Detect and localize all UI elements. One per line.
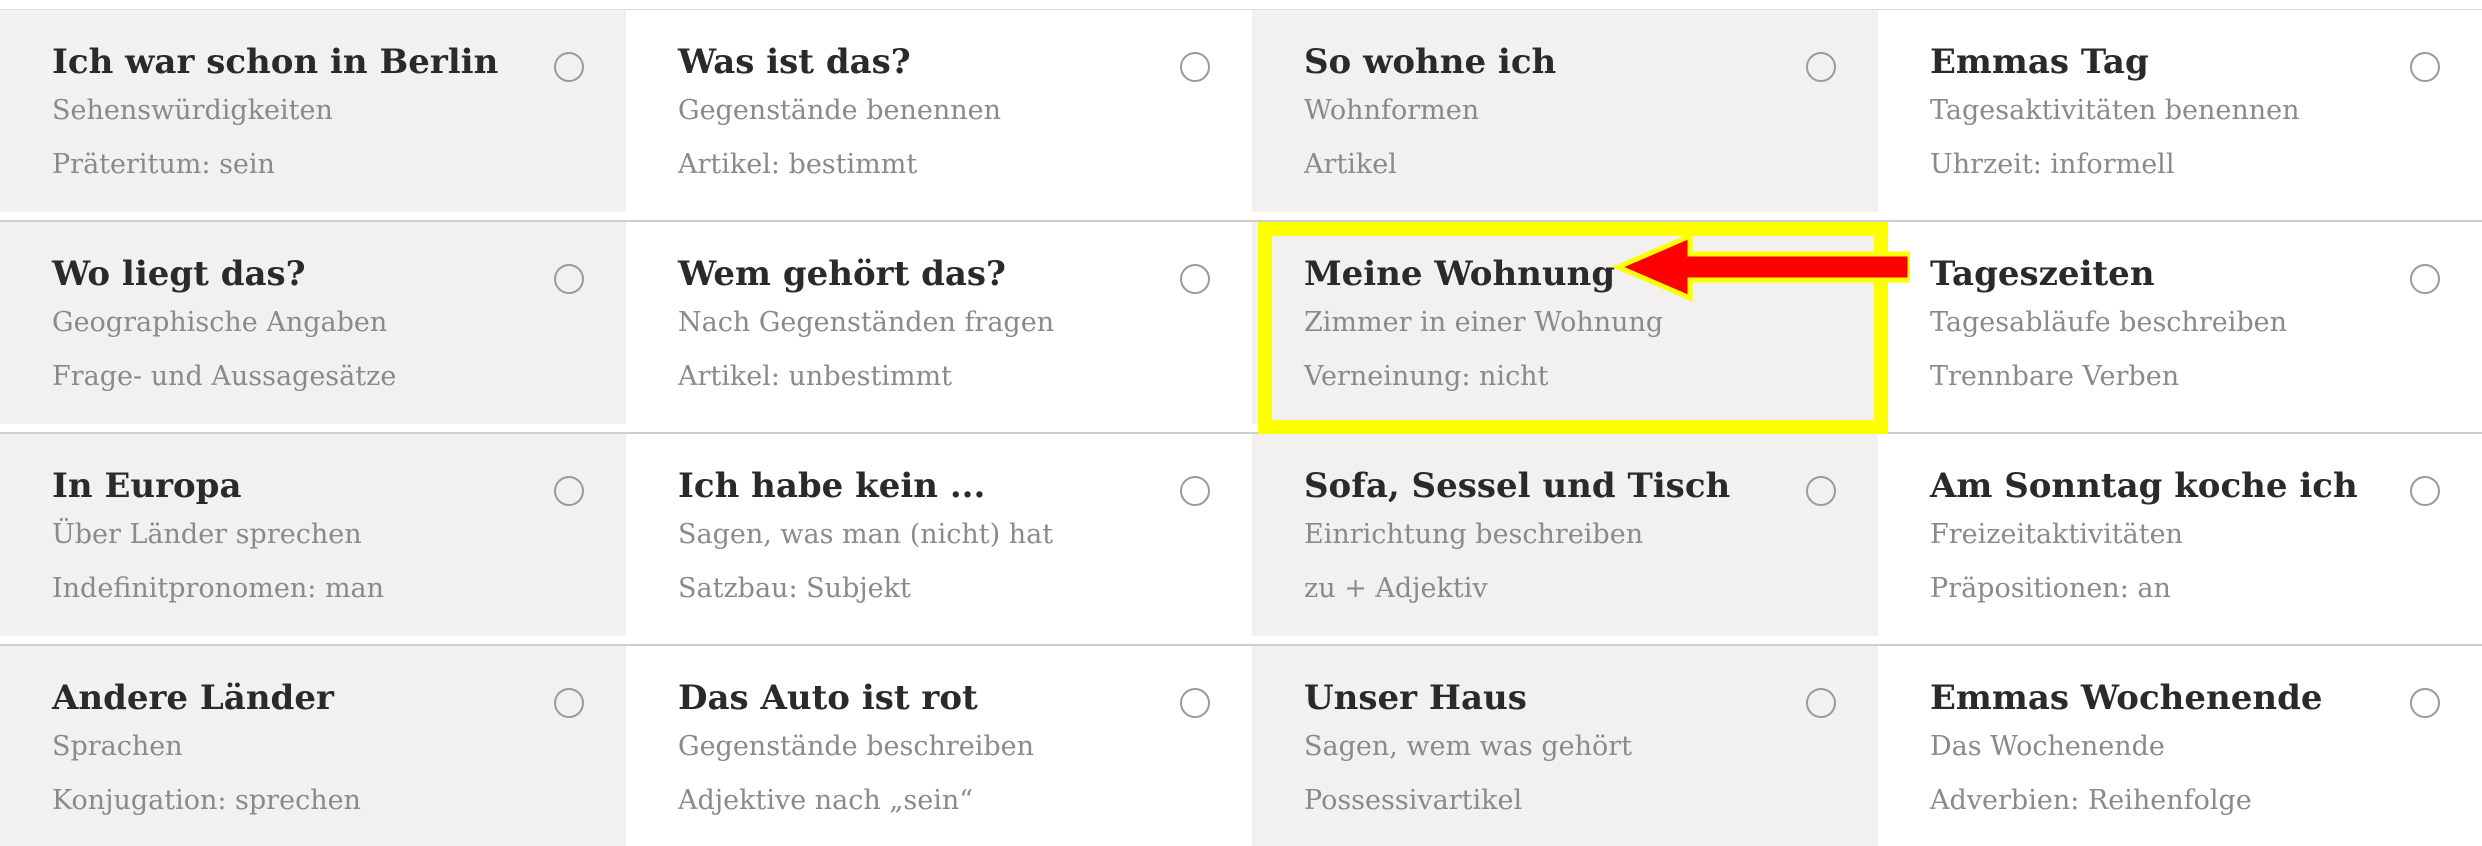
divider bbox=[1878, 636, 2482, 646]
divider bbox=[0, 636, 626, 646]
lesson-title: In Europa bbox=[52, 466, 242, 506]
lesson-grammar: Frage- und Aussagesätze bbox=[52, 361, 397, 392]
lesson-topic: Sehenswürdigkeiten bbox=[52, 95, 333, 126]
completion-radio[interactable] bbox=[1180, 476, 1210, 506]
lesson-card[interactable]: So wohne ich Wohnformen Artikel bbox=[1252, 10, 1878, 212]
lesson-title: Meine Wohnung bbox=[1304, 254, 1616, 294]
lesson-grammar: Adjektive nach „sein“ bbox=[678, 785, 974, 816]
lesson-title: Was ist das? bbox=[678, 42, 911, 82]
lesson-card[interactable]: Ich habe kein ... Sagen, was man (nicht)… bbox=[626, 434, 1252, 636]
lesson-title: Unser Haus bbox=[1304, 678, 1527, 718]
divider bbox=[1878, 424, 2482, 434]
lesson-title: Andere Länder bbox=[52, 678, 334, 718]
completion-radio[interactable] bbox=[554, 688, 584, 718]
divider bbox=[0, 212, 626, 222]
lesson-card[interactable]: Wem gehört das? Nach Gegenständen fragen… bbox=[626, 222, 1252, 424]
lesson-grammar: Satzbau: Subjekt bbox=[678, 573, 911, 604]
lesson-topic: Sagen, was man (nicht) hat bbox=[678, 519, 1054, 550]
lesson-grammar: zu + Adjektiv bbox=[1304, 573, 1488, 604]
completion-radio[interactable] bbox=[554, 52, 584, 82]
lesson-card[interactable]: Sofa, Sessel und Tisch Einrichtung besch… bbox=[1252, 434, 1878, 636]
lesson-grammar: Präteritum: sein bbox=[52, 149, 275, 180]
divider bbox=[1252, 424, 1878, 434]
divider bbox=[1878, 0, 2482, 10]
lesson-card[interactable]: Emmas Tag Tagesaktivitäten benennen Uhrz… bbox=[1878, 10, 2482, 212]
lesson-title: Wem gehört das? bbox=[678, 254, 1006, 294]
divider bbox=[0, 0, 626, 10]
completion-radio[interactable] bbox=[2410, 476, 2440, 506]
lesson-grammar: Indefinitpronomen: man bbox=[52, 573, 385, 604]
divider bbox=[1878, 212, 2482, 222]
divider bbox=[0, 424, 626, 434]
lesson-grammar: Possessivartikel bbox=[1304, 785, 1523, 816]
divider bbox=[626, 424, 1252, 434]
lesson-grammar: Adverbien: Reihenfolge bbox=[1930, 785, 2252, 816]
lesson-topic: Tagesabläufe beschreiben bbox=[1930, 307, 2287, 338]
lesson-topic: Gegenstände benennen bbox=[678, 95, 1002, 126]
lesson-topic: Sagen, wem was gehört bbox=[1304, 731, 1632, 762]
completion-radio[interactable] bbox=[1806, 52, 1836, 82]
lesson-card-highlighted[interactable]: Meine Wohnung Zimmer in einer Wohnung Ve… bbox=[1252, 222, 1878, 424]
divider bbox=[1252, 212, 1878, 222]
divider bbox=[626, 636, 1252, 646]
lesson-title: So wohne ich bbox=[1304, 42, 1557, 82]
lesson-topic: Sprachen bbox=[52, 731, 183, 762]
lesson-grammar: Artikel: bestimmt bbox=[678, 149, 918, 180]
lesson-grammar: Artikel: unbestimmt bbox=[678, 361, 952, 392]
lesson-grammar: Uhrzeit: informell bbox=[1930, 149, 2175, 180]
lesson-grammar: Konjugation: sprechen bbox=[52, 785, 361, 816]
divider bbox=[1252, 636, 1878, 646]
lesson-card[interactable]: Andere Länder Sprachen Konjugation: spre… bbox=[0, 646, 626, 846]
lesson-title: Das Auto ist rot bbox=[678, 678, 978, 718]
lesson-card[interactable]: Am Sonntag koche ich Freizeitaktivitäten… bbox=[1878, 434, 2482, 636]
lesson-topic: Wohnformen bbox=[1304, 95, 1480, 126]
lesson-grammar: Artikel bbox=[1304, 149, 1397, 180]
lesson-topic: Gegenstände beschreiben bbox=[678, 731, 1035, 762]
lesson-topic: Über Länder sprechen bbox=[52, 519, 362, 550]
lesson-title: Wo liegt das? bbox=[52, 254, 306, 294]
completion-radio[interactable] bbox=[2410, 688, 2440, 718]
lesson-grammar: Verneinung: nicht bbox=[1304, 361, 1549, 392]
lesson-card[interactable]: Wo liegt das? Geographische Angaben Frag… bbox=[0, 222, 626, 424]
completion-radio[interactable] bbox=[1180, 52, 1210, 82]
completion-radio[interactable] bbox=[554, 264, 584, 294]
lesson-title: Ich habe kein ... bbox=[678, 466, 986, 506]
lesson-card[interactable]: Tageszeiten Tagesabläufe beschreiben Tre… bbox=[1878, 222, 2482, 424]
completion-radio[interactable] bbox=[554, 476, 584, 506]
lesson-grammar: Präpositionen: an bbox=[1930, 573, 2171, 604]
lesson-title: Emmas Wochenende bbox=[1930, 678, 2323, 718]
lesson-topic: Tagesaktivitäten benennen bbox=[1930, 95, 2300, 126]
lesson-topic: Zimmer in einer Wohnung bbox=[1304, 307, 1664, 338]
lesson-grid: Ich war schon in Berlin Sehenswürdigkeit… bbox=[0, 0, 2482, 846]
divider bbox=[626, 0, 1252, 10]
completion-radio[interactable] bbox=[1806, 688, 1836, 718]
completion-radio[interactable] bbox=[1180, 264, 1210, 294]
lesson-topic: Freizeitaktivitäten bbox=[1930, 519, 2183, 550]
lesson-topic: Das Wochenende bbox=[1930, 731, 2165, 762]
lesson-topic: Einrichtung beschreiben bbox=[1304, 519, 1644, 550]
lesson-topic: Geographische Angaben bbox=[52, 307, 388, 338]
lesson-topic: Nach Gegenständen fragen bbox=[678, 307, 1055, 338]
completion-radio[interactable] bbox=[1180, 688, 1210, 718]
completion-radio[interactable] bbox=[1806, 476, 1836, 506]
lesson-card[interactable]: In Europa Über Länder sprechen Indefinit… bbox=[0, 434, 626, 636]
lesson-title: Sofa, Sessel und Tisch bbox=[1304, 466, 1731, 506]
completion-radio[interactable] bbox=[2410, 52, 2440, 82]
lesson-card[interactable]: Das Auto ist rot Gegenstände beschreiben… bbox=[626, 646, 1252, 846]
divider bbox=[626, 212, 1252, 222]
lesson-card[interactable]: Was ist das? Gegenstände benennen Artike… bbox=[626, 10, 1252, 212]
lesson-title: Ich war schon in Berlin bbox=[52, 42, 499, 82]
completion-radio[interactable] bbox=[2410, 264, 2440, 294]
lesson-title: Emmas Tag bbox=[1930, 42, 2149, 82]
lesson-card[interactable]: Unser Haus Sagen, wem was gehört Possess… bbox=[1252, 646, 1878, 846]
lesson-card[interactable]: Emmas Wochenende Das Wochenende Adverbie… bbox=[1878, 646, 2482, 846]
lesson-title: Tageszeiten bbox=[1930, 254, 2155, 294]
lesson-title: Am Sonntag koche ich bbox=[1930, 466, 2358, 506]
lesson-grammar: Trennbare Verben bbox=[1930, 361, 2180, 392]
lesson-card[interactable]: Ich war schon in Berlin Sehenswürdigkeit… bbox=[0, 10, 626, 212]
divider bbox=[1252, 0, 1878, 10]
